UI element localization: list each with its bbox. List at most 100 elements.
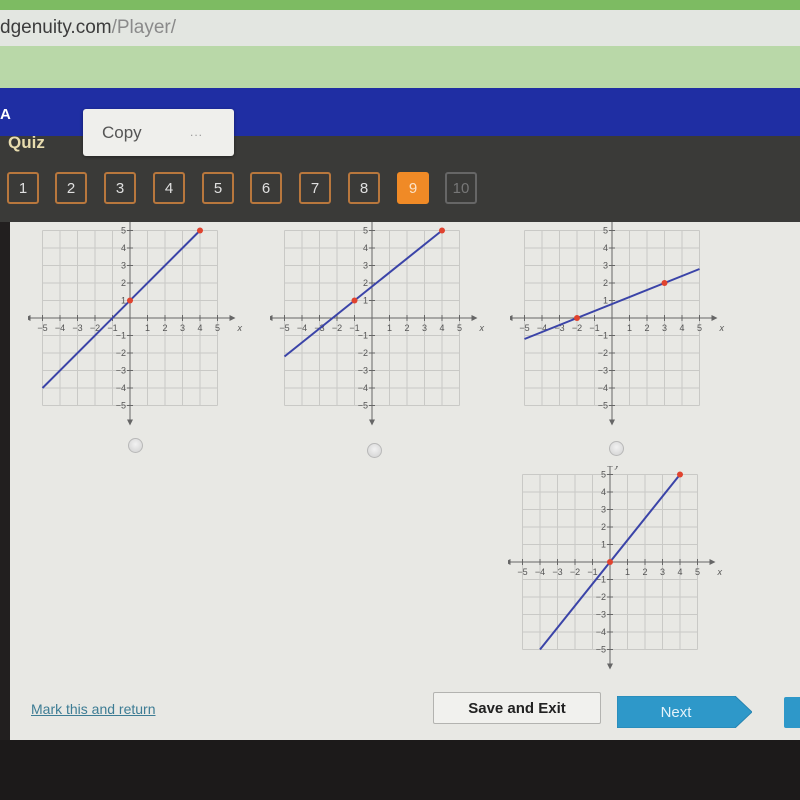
y-tick-label: 2 [121,278,126,288]
x-tick-label: −2 [572,323,582,333]
y-tick-label: 2 [363,278,368,288]
header-letter: A [0,106,11,123]
y-tick-label: 5 [603,226,608,236]
graph-line [41,229,201,389]
y-tick-label: 4 [601,487,606,497]
x-tick-label: −2 [570,567,580,577]
y-axis-arrow-up [607,466,613,467]
y-axis-arrow-down [369,419,375,426]
x-tick-label: 1 [625,567,630,577]
browser-toolbar-band [0,46,800,88]
x-axis-arrow-left [28,315,31,321]
x-axis-label: x [717,567,723,577]
y-tick-label: −4 [596,627,606,637]
question-button-2[interactable]: 2 [55,172,87,204]
x-tick-label: −5 [517,567,527,577]
option-a-radio[interactable] [128,438,143,453]
y-tick-label: 5 [363,226,368,236]
y-tick-label: 1 [603,296,608,306]
url-host: dgenuity.com [0,17,112,38]
x-axis-arrow-right [711,315,718,321]
x-axis-arrow-right [229,315,236,321]
x-tick-label: −3 [72,323,82,333]
x-tick-label: 1 [627,323,632,333]
question-button-8[interactable]: 8 [348,172,380,204]
x-tick-label: 1 [145,323,150,333]
data-point [197,227,203,234]
x-axis-arrow-right [471,315,478,321]
y-tick-label: 4 [363,243,368,253]
x-tick-label: −5 [37,323,47,333]
x-tick-label: −4 [55,323,65,333]
question-button-4[interactable]: 4 [153,172,185,204]
y-tick-label: 2 [603,278,608,288]
x-tick-label: 2 [162,323,167,333]
data-point [661,280,668,286]
y-tick-label: 3 [363,261,368,271]
next-button[interactable]: Next [617,696,752,728]
y-axis-arrow-down [609,419,615,426]
more-options-icon[interactable]: ... [190,125,203,139]
x-tick-label: 5 [695,567,700,577]
y-tick-label: −2 [358,348,368,358]
question-button-7[interactable]: 7 [299,172,331,204]
save-and-exit-button[interactable]: Save and Exit [433,692,601,724]
mark-and-return-link[interactable]: Mark this and return [31,701,156,717]
y-axis-arrow-down [607,663,613,670]
x-tick-label: 4 [439,323,444,333]
edge-button[interactable] [784,697,800,728]
x-tick-label: −2 [332,323,342,333]
question-button-9[interactable]: 9 [397,172,429,204]
x-tick-label: 3 [422,323,427,333]
y-tick-label: −5 [358,401,368,411]
browser-top-strip [0,0,800,10]
x-tick-label: −4 [535,567,545,577]
question-button-5[interactable]: 5 [202,172,234,204]
url-path: /Player/ [111,17,177,38]
y-tick-label: −1 [358,331,368,341]
data-point [607,559,613,565]
graph-option-a: −5 −4 −3 −2 −1 1 2 3 4 554321−1−2−3−4−5x [28,222,243,426]
y-tick-label: −3 [598,366,608,376]
x-tick-label: 4 [679,323,684,333]
graph-option-c: −5 −4 −3 −2 −1 1 2 3 4 554321−1−2−3−4−5x [510,222,725,426]
x-axis-label: x [237,323,243,333]
x-tick-label: 2 [642,567,647,577]
option-b-radio[interactable] [367,443,382,458]
y-tick-label: −2 [598,348,608,358]
x-tick-label: −4 [297,323,307,333]
x-tick-label: 3 [660,567,665,577]
section-label: Quiz [8,133,45,152]
x-tick-label: −5 [519,323,529,333]
x-axis-arrow-left [510,315,513,321]
y-tick-label: −2 [596,592,606,602]
x-tick-label: −5 [279,323,289,333]
y-tick-label: −2 [116,348,126,358]
x-tick-label: 4 [677,567,682,577]
x-tick-label: −3 [552,567,562,577]
question-button-10: 10 [445,172,477,204]
y-tick-label: 5 [121,226,126,236]
x-tick-label: 1 [387,323,392,333]
y-tick-label: −5 [598,401,608,411]
y-tick-label: 1 [601,540,606,550]
y-tick-label: 3 [601,505,606,515]
copy-menu-item[interactable]: Copy [102,123,142,143]
x-tick-label: 3 [662,323,667,333]
x-axis-label: x [479,323,485,333]
question-button-3[interactable]: 3 [104,172,136,204]
question-button-1[interactable]: 1 [7,172,39,204]
option-c-radio[interactable] [609,441,624,456]
question-button-6[interactable]: 6 [250,172,282,204]
x-tick-label: 4 [197,323,202,333]
y-tick-label: 5 [601,470,606,480]
graph-option-d: y−5−4−3−2−11234554321−1−2−3−4−5x [508,466,723,670]
y-tick-label: −1 [116,331,126,341]
y-tick-label: 2 [601,522,606,532]
data-point [351,297,358,304]
address-bar[interactable]: dgenuity.com/Player/ [0,10,800,46]
data-point [677,471,683,478]
x-axis-arrow-left [270,315,273,321]
data-point [574,315,580,321]
y-tick-label: −1 [598,331,608,341]
